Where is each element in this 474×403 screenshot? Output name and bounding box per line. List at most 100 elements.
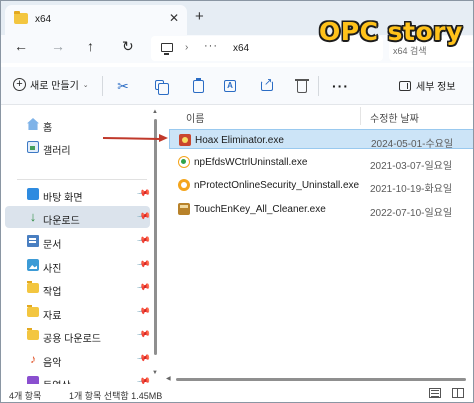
this-pc-icon[interactable] [161,43,173,55]
nprotect-icon [178,179,190,191]
file-explorer-window: x64 ✕ + ← → ↑ ↻ › ··· x64 x64 검색 + 새로 만들기… [0,0,474,403]
scrollbar-thumb[interactable] [154,119,157,355]
sidebar-item-label: 사진 [43,264,62,275]
sidebar-item-work[interactable]: 작업 📌 [5,277,151,299]
file-list-horizontal-scrollbar[interactable]: ◀ [164,375,473,384]
sidebar-item-public-downloads[interactable]: 공용 다운로드 📌 [5,324,151,346]
close-icon[interactable]: ✕ [169,11,179,25]
sidebar-item-home[interactable]: 홈 [5,113,150,135]
sidebar-item-label: 갤러리 [43,146,71,157]
chevron-right-icon[interactable]: › [185,42,188,53]
plus-circle-icon: + [13,78,26,91]
sidebar-item-label: 문서 [43,240,62,251]
column-divider[interactable] [360,107,361,125]
new-label: 새로 만들기 [30,81,79,92]
sidebar-item-label: 바탕 화면 [43,193,83,204]
pin-icon[interactable]: 📌 [136,233,151,248]
pin-icon[interactable]: 📌 [136,186,151,201]
up-arrow-icon[interactable]: ↑ [87,39,94,53]
file-date: 2021-10-19-화요일 [370,184,453,195]
sidebar-item-desktop[interactable]: 바탕 화면 📌 [5,183,151,205]
rename-icon[interactable]: A [222,78,238,94]
tab-x64[interactable]: x64 ✕ [5,5,187,35]
share-icon[interactable] [259,75,275,94]
sidebar-item-label: 다운로드 [43,216,80,227]
item-count: 4개 항목 [9,391,42,401]
back-arrow-icon[interactable]: ← [14,39,28,53]
file-name: TouchEnKey_All_Cleaner.exe [194,204,326,215]
file-row-nprotect-uninstall[interactable]: nProtectOnlineSecurity_Uninstall.exe 202… [169,175,473,195]
details-view-icon[interactable] [429,388,441,398]
status-bar: 4개 항목 1개 항목 선택함 1.45MB [1,384,473,402]
sidebar-item-pictures[interactable]: 사진 📌 [5,254,151,276]
cut-icon[interactable]: ✂ [115,78,131,94]
watermark-text: OPC story [319,17,463,46]
hoax-app-icon [179,134,191,146]
details-label: 세부 정보 [416,82,456,93]
divider [102,76,103,96]
sidebar-item-label: 작업 [43,287,62,298]
refresh-icon[interactable]: ↻ [122,39,134,53]
folder-icon [27,305,39,317]
new-button[interactable]: + 새로 만들기 ⌄ [13,77,89,95]
home-icon [27,118,39,130]
tab-title: x64 [35,14,52,25]
new-tab-plus-icon[interactable]: + [195,9,204,24]
download-icon: ↓ [29,209,37,224]
pin-icon[interactable]: 📌 [136,257,151,272]
pictures-icon [27,259,39,271]
sidebar-item-materials[interactable]: 자료 📌 [5,301,151,323]
pin-icon[interactable]: 📌 [136,209,151,224]
music-icon: ♪ [30,352,36,366]
file-name: nProtectOnlineSecurity_Uninstall.exe [194,180,360,191]
details-pane-button[interactable]: 세부 정보 [399,78,456,93]
file-row-touchenkey-cleaner[interactable]: TouchEnKey_All_Cleaner.exe 2022-07-10-일요… [169,199,473,219]
sidebar-item-label: 공용 다운로드 [43,334,101,345]
sidebar-item-label: 자료 [43,311,62,322]
gallery-icon [27,141,39,153]
documents-icon [27,235,39,247]
sidebar-item-music[interactable]: ♪ 음악 📌 [5,348,151,370]
file-date: 2024-05-01-수요일 [371,139,454,150]
column-header-date[interactable]: 수정한 날짜 [370,110,419,125]
sidebar-scrollbar[interactable]: ▲ ▼ [151,105,160,384]
file-list: 이름 수정한 날짜 Hoax Eliminator.exe 2024-05-01… [164,105,473,375]
folder-icon [14,11,28,24]
folder-icon [27,281,39,293]
more-options-icon[interactable]: ··· [332,78,348,94]
desktop-icon [27,188,39,200]
pin-icon[interactable]: 📌 [136,304,151,319]
scroll-up-icon[interactable]: ▲ [152,109,158,115]
pin-icon[interactable]: 📌 [136,351,151,366]
paste-icon[interactable] [190,78,206,94]
scroll-left-icon[interactable]: ◀ [166,375,171,382]
details-pane-icon [399,80,411,91]
divider [318,76,319,96]
sidebar-divider [17,179,147,180]
file-name: npEfdsWCtrlUninstall.exe [194,157,308,168]
sidebar-item-label: 홈 [43,123,53,134]
command-bar: + 새로 만들기⌄ ✂ A ··· 세부 정보 [1,67,473,105]
tiles-view-icon[interactable] [452,388,464,398]
file-date: 2021-03-07-일요일 [370,161,453,172]
folder-icon [27,328,39,340]
breadcrumb-overflow-button[interactable]: ··· [204,40,218,52]
column-header-name[interactable]: 이름 [186,110,204,125]
sidebar-item-label: 음악 [43,358,62,369]
pin-icon[interactable]: 📌 [136,327,151,342]
pin-icon[interactable]: 📌 [136,280,151,295]
copy-icon[interactable] [152,78,169,95]
annotation-arrow-head [159,134,168,142]
delete-icon[interactable] [294,78,310,94]
sidebar-item-downloads[interactable]: ↓ 다운로드 📌 [5,206,151,228]
selection-info: 1개 항목 선택함 1.45MB [69,391,163,401]
scroll-down-icon[interactable]: ▼ [152,370,158,376]
file-row-hoax-eliminator[interactable]: Hoax Eliminator.exe 2024-05-01-수요일 [169,129,473,150]
scrollbar-thumb[interactable] [176,378,466,381]
breadcrumb-x64[interactable]: x64 [233,43,249,54]
forward-arrow-icon[interactable]: → [51,39,65,53]
sidebar-item-documents[interactable]: 문서 📌 [5,230,151,252]
file-row-npefds-uninstall[interactable]: npEfdsWCtrlUninstall.exe 2021-03-07-일요일 [169,152,473,172]
touchenkey-icon [178,203,190,215]
file-name: Hoax Eliminator.exe [195,135,284,146]
